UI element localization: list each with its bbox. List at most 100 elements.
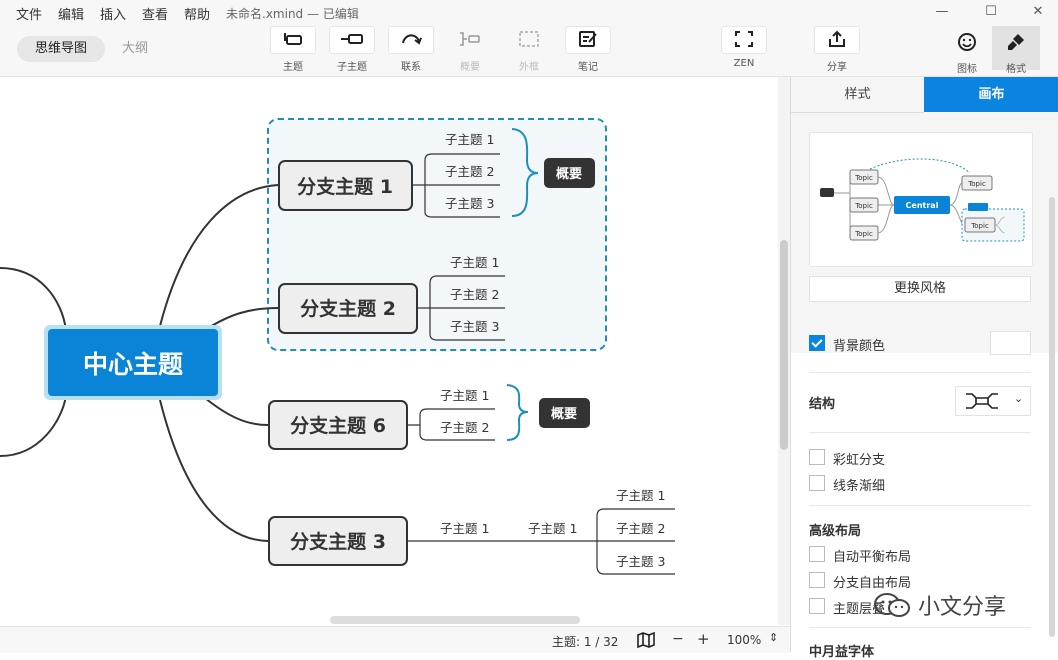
chevron-down-icon: ⌄ <box>1014 392 1024 405</box>
theme-preview[interactable]: Topic Topic Topic Central Topic Topic <box>809 132 1033 267</box>
branch-topic-3-label: 分支主题 3 <box>290 531 386 553</box>
bg-color-swatch[interactable] <box>990 331 1031 355</box>
preview-topic-label: Topic <box>967 180 986 188</box>
divider <box>809 372 1031 373</box>
advanced-layout-title: 高级布局 <box>809 524 862 539</box>
fullscreen-icon <box>735 31 753 47</box>
tab-mindmap[interactable]: 思维导图 <box>17 36 105 62</box>
summary-topic-2-label: 概要 <box>551 406 577 422</box>
summary-brace-2 <box>506 384 529 441</box>
boundary-button[interactable]: 外框 <box>506 26 552 73</box>
connector-left-upper <box>0 267 67 331</box>
connector-left-lower <box>0 395 67 457</box>
menu-file[interactable]: 文件 <box>16 4 42 23</box>
wechat-icon <box>874 593 910 617</box>
bg-color-label: 背景颜色 <box>833 339 886 354</box>
topic-icon <box>284 33 302 45</box>
statusbar: 主题: 1 / 32 − + 100% ⇕ <box>0 626 790 653</box>
structure-label: 结构 <box>809 397 836 412</box>
zoom-stepper-icon[interactable]: ⇕ <box>769 631 778 644</box>
font-section-title: 中月益字体 <box>809 645 875 660</box>
zoom-out-icon[interactable]: − <box>672 631 684 647</box>
vertical-scrollbar[interactable] <box>780 240 788 450</box>
summary-button[interactable]: 概要 <box>447 26 493 73</box>
structure-icon <box>966 393 998 409</box>
summary-icon <box>460 32 480 46</box>
horizontal-scrollbar[interactable] <box>330 616 580 624</box>
toolbar: 思维导图 大纲 主题 子主题 联系 概要 外框 笔记 ZEN 分享 图标 格式 <box>0 24 1058 77</box>
divider <box>809 505 1031 506</box>
bg-color-checkbox[interactable] <box>809 335 825 351</box>
zoom-in-icon[interactable]: + <box>697 630 710 648</box>
format-button[interactable]: 格式 <box>992 26 1040 75</box>
rainbow-branch-label: 彩虹分支 <box>833 453 886 468</box>
zoom-level[interactable]: 100% <box>727 633 761 647</box>
taper-line-checkbox[interactable] <box>809 475 825 491</box>
connector-branch6 <box>204 397 269 426</box>
icons-button[interactable]: 图标 <box>943 26 991 75</box>
mindmap-canvas[interactable]: 中心主题 分支主题 1 分支主题 2 分支主题 6 分支主题 3 概要 概要 子… <box>0 77 778 625</box>
subtopic-button[interactable]: 子主题 <box>329 26 375 73</box>
subtopic[interactable]: 子主题 1 <box>440 521 489 536</box>
subtopic[interactable]: 子主题 1 <box>616 488 665 503</box>
rainbow-branch-checkbox[interactable] <box>809 449 825 465</box>
preview-topic-label: Topic <box>854 202 873 210</box>
subtopic[interactable]: 子主题 2 <box>440 420 489 435</box>
change-style-button[interactable]: 更换风格 <box>809 276 1031 302</box>
preview-central-label: Central <box>906 201 939 210</box>
connector-branch3 <box>159 399 269 542</box>
taper-line-label: 线条渐细 <box>833 479 886 494</box>
subtopic[interactable]: 子主题 3 <box>445 196 494 211</box>
maximize-icon[interactable]: ☐ <box>981 2 1001 22</box>
zen-button[interactable]: ZEN <box>721 26 767 69</box>
smiley-icon <box>958 33 976 51</box>
menu-view[interactable]: 查看 <box>142 4 168 23</box>
branch-topic-1-label: 分支主题 1 <box>297 176 393 198</box>
menu-help[interactable]: 帮助 <box>184 4 210 23</box>
topic-overlap-checkbox[interactable] <box>809 598 825 614</box>
map-icon[interactable] <box>637 632 655 648</box>
subtopic[interactable]: 子主题 3 <box>616 554 665 569</box>
menu-edit[interactable]: 编辑 <box>58 4 84 23</box>
share-icon <box>829 30 845 47</box>
relationship-icon <box>402 34 422 45</box>
subtopic[interactable]: 子主题 2 <box>445 164 494 179</box>
auto-balance-label: 自动平衡布局 <box>833 550 912 565</box>
brush-icon <box>1008 34 1024 50</box>
subtopic[interactable]: 子主题 2 <box>450 287 499 302</box>
watermark-text: 小文分享 <box>918 595 1007 620</box>
topic-button[interactable]: 主题 <box>270 26 316 73</box>
window-title: 未命名.xmind — 已编辑 <box>226 7 359 21</box>
central-topic-label: 中心主题 <box>83 350 183 379</box>
subtopic[interactable]: 子主题 1 <box>445 132 494 147</box>
close-icon[interactable]: ✕ <box>1028 2 1048 22</box>
subtopic-icon <box>341 34 363 44</box>
auto-balance-checkbox[interactable] <box>809 546 825 562</box>
preview-topic-label: Topic <box>854 174 873 182</box>
share-button[interactable]: 分享 <box>814 26 860 73</box>
panel-scrollbar[interactable] <box>1049 197 1055 637</box>
watermark: 小文分享 <box>872 590 1006 620</box>
note-icon <box>579 31 597 47</box>
tab-canvas[interactable]: 画布 <box>924 77 1058 112</box>
free-branch-checkbox[interactable] <box>809 572 825 588</box>
tab-outline[interactable]: 大纲 <box>110 36 160 62</box>
relationship-button[interactable]: 联系 <box>388 26 434 73</box>
subtopic[interactable]: 子主题 3 <box>450 319 499 334</box>
divider <box>809 432 1031 433</box>
subtopic[interactable]: 子主题 2 <box>616 521 665 536</box>
structure-dropdown[interactable]: ⌄ <box>955 386 1031 416</box>
mindmap-svg: 中心主题 分支主题 1 分支主题 2 分支主题 6 分支主题 3 概要 概要 子… <box>0 118 675 575</box>
subtopic[interactable]: 子主题 1 <box>450 255 499 270</box>
tab-style[interactable]: 样式 <box>791 77 924 113</box>
branch-topic-2-label: 分支主题 2 <box>300 298 396 320</box>
preview-topic-label: Topic <box>970 222 989 230</box>
subtopic[interactable]: 子主题 1 <box>528 521 577 536</box>
menu-insert[interactable]: 插入 <box>100 4 126 23</box>
minimize-icon[interactable]: — <box>932 2 952 22</box>
note-button[interactable]: 笔记 <box>565 26 611 73</box>
topic-count: 主题: 1 / 32 <box>552 635 619 649</box>
subtopic[interactable]: 子主题 1 <box>440 388 489 403</box>
preview-topic-label: Topic <box>854 230 873 238</box>
format-panel: 样式 画布 Topic Topic Topic Central Topic To… <box>790 77 1058 660</box>
